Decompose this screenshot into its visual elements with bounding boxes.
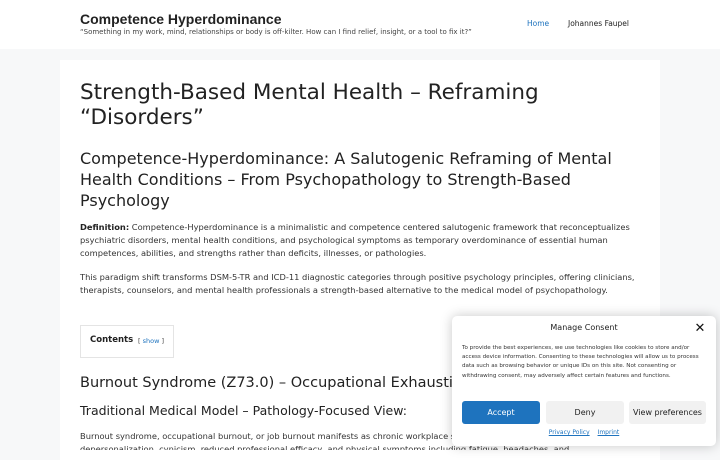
toc-title: Contents: [90, 335, 134, 345]
nav-home-link[interactable]: Home: [527, 19, 549, 28]
toc-toggle: [ show ]: [138, 337, 164, 345]
consent-title: Manage Consent: [550, 323, 618, 332]
definition-text: Competence-Hyperdominance is a minimalis…: [80, 222, 630, 258]
paradigm-paragraph: This paradigm shift transforms DSM-5-TR …: [80, 272, 635, 295]
imprint-link[interactable]: Imprint: [598, 429, 620, 436]
privacy-policy-link[interactable]: Privacy Policy: [549, 429, 590, 436]
site-header: Competence Hyperdominance “Something in …: [0, 0, 720, 49]
toc-bracket-open: [: [138, 337, 141, 345]
toc-show-link[interactable]: show: [143, 337, 160, 345]
page-title: Strength-Based Mental Health – Reframing…: [80, 80, 539, 130]
consent-links: Privacy Policy Imprint: [452, 429, 716, 436]
article-subtitle: Competence-Hyperdominance: A Salutogenic…: [80, 149, 612, 210]
definition-label: Definition:: [80, 222, 130, 232]
nav-author-link[interactable]: Johannes Faupel: [568, 19, 629, 28]
section-heading-burnout: Burnout Syndrome (Z73.0) – Occupational …: [80, 375, 460, 391]
main-nav: Home Johannes Faupel: [0, 19, 720, 31]
subsection-heading: Traditional Medical Model – Pathology-Fo…: [80, 403, 407, 418]
definition-paragraph: Definition: Competence-Hyperdominance is…: [80, 221, 635, 259]
close-icon[interactable]: ✕: [690, 319, 710, 339]
consent-dialog: Manage Consent ✕ To provide the best exp…: [452, 316, 716, 446]
table-of-contents: Contents [ show ]: [80, 325, 174, 358]
deny-button[interactable]: Deny: [546, 401, 624, 424]
accept-button[interactable]: Accept: [462, 401, 540, 424]
consent-text: To provide the best experiences, we use …: [462, 345, 699, 379]
view-preferences-button[interactable]: View preferences: [629, 401, 706, 424]
toc-bracket-close: ]: [161, 337, 165, 345]
